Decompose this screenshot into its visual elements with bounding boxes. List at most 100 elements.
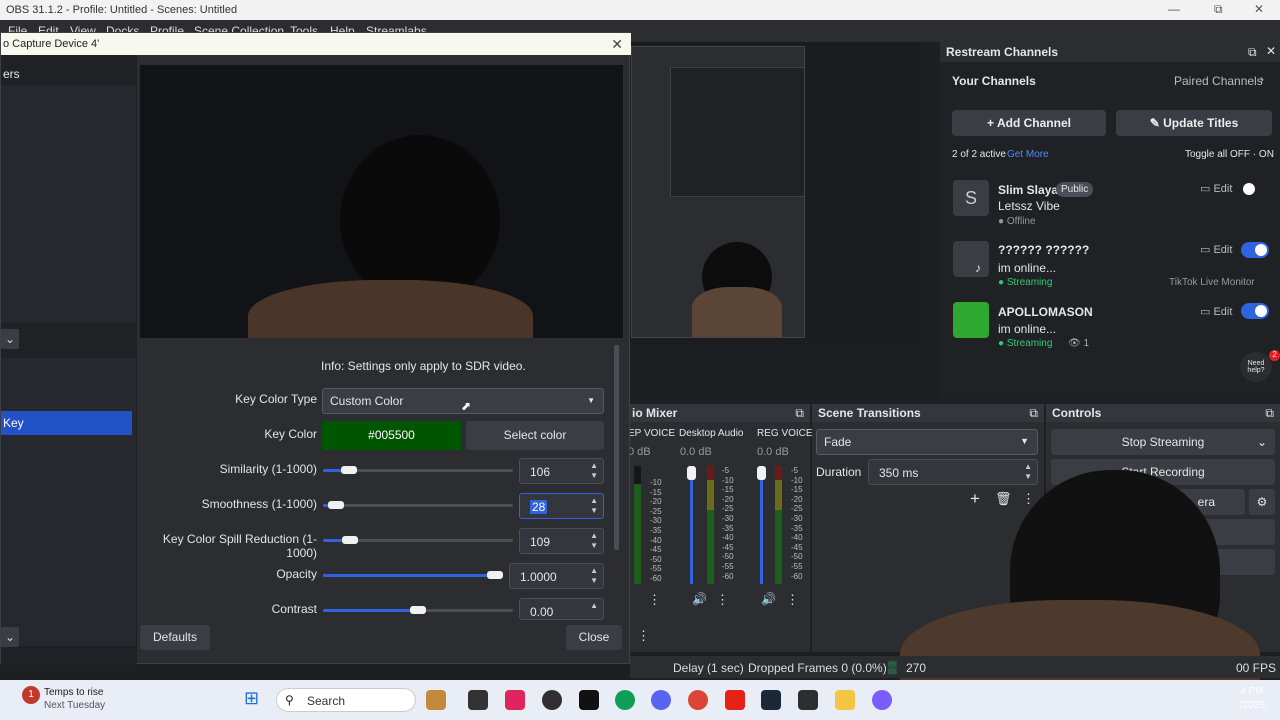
channel-toggle[interactable] xyxy=(1241,242,1269,258)
capcut-app-icon[interactable] xyxy=(579,690,599,710)
db-tick: -40 xyxy=(791,533,803,543)
smoothness-spinbox[interactable]: 28 ▲ ▼ xyxy=(519,493,604,519)
audio-filters-list[interactable] xyxy=(1,85,136,323)
file-explorer-icon[interactable] xyxy=(468,690,488,710)
opacity-slider-thumb[interactable] xyxy=(487,571,503,579)
channel-toggle[interactable] xyxy=(1241,303,1269,319)
speaker-icon[interactable]: 🔊 xyxy=(692,592,707,606)
spin-up-icon[interactable]: ▲ xyxy=(590,601,598,610)
smoothness-value[interactable]: 28 xyxy=(530,500,548,514)
undock-icon[interactable]: ⧉ xyxy=(795,406,804,421)
speaker-icon[interactable]: 🔊 xyxy=(761,592,776,606)
similarity-spinbox[interactable]: 106 ▲ ▼ xyxy=(519,458,604,484)
spill-reduction-slider-thumb[interactable] xyxy=(342,536,358,544)
obs-app-icon[interactable] xyxy=(542,690,562,710)
spin-up-icon[interactable]: ▲ xyxy=(1024,462,1032,471)
contrast-spinbox[interactable]: 0.00 ▲ xyxy=(519,598,604,620)
restream-title: Restream Channels xyxy=(946,45,1059,59)
db-tick: -35 xyxy=(791,523,803,533)
add-channel-button[interactable]: + Add Channel xyxy=(952,110,1106,136)
db-tick: -30 xyxy=(650,516,662,526)
spin-up-icon[interactable]: ▲ xyxy=(590,531,598,540)
spin-down-icon[interactable]: ▼ xyxy=(590,541,598,550)
cookie-app-icon[interactable] xyxy=(426,690,446,710)
chevron-right-icon[interactable]: › xyxy=(1260,72,1264,86)
edit-link[interactable]: ▭ Edit xyxy=(1200,182,1232,195)
opacity-spinbox[interactable]: 1.0000 ▲ ▼ xyxy=(509,563,604,589)
chevron-down-icon[interactable]: ⌄ xyxy=(1257,429,1267,455)
edit-link[interactable]: ▭ Edit xyxy=(1200,243,1232,256)
volume-fader[interactable] xyxy=(687,466,696,584)
select-color-button[interactable]: Select color xyxy=(466,421,604,450)
tiktok-monitor-link[interactable]: TikTok Live Monitor xyxy=(1169,277,1255,288)
kebab-menu-icon[interactable]: ⋮ xyxy=(648,592,661,608)
volume-fader-thumb[interactable] xyxy=(687,466,696,480)
get-more-link[interactable]: Get More xyxy=(1007,149,1049,160)
close-window-icon[interactable]: ✕ xyxy=(1254,2,1264,16)
copilot-icon[interactable] xyxy=(872,690,892,710)
properties-scrollbar[interactable] xyxy=(614,345,619,550)
clock-date[interactable]: /2026 xyxy=(1240,700,1265,711)
filter-item-key[interactable]: Key xyxy=(1,411,132,435)
smoothness-slider[interactable] xyxy=(323,504,513,507)
pencil-icon: ✎ xyxy=(1149,116,1164,130)
spin-down-icon[interactable]: ▼ xyxy=(590,576,598,585)
windows-start-icon[interactable]: ⊞ xyxy=(244,688,259,709)
edge-icon[interactable] xyxy=(615,690,635,710)
need-help-button[interactable]: Need help? xyxy=(1240,352,1272,382)
spin-up-icon[interactable]: ▲ xyxy=(590,566,598,575)
channel-toggle[interactable] xyxy=(1241,181,1269,197)
weather-line2[interactable]: Next Tuesday xyxy=(44,700,105,711)
undock-icon[interactable]: ⧉ xyxy=(1265,406,1274,421)
contrast-slider-thumb[interactable] xyxy=(410,606,426,614)
close-button[interactable]: Close xyxy=(566,625,622,650)
taskbar-search[interactable]: ⚲ Search xyxy=(276,688,416,712)
spin-up-icon[interactable]: ▲ xyxy=(590,496,598,505)
steam-icon[interactable] xyxy=(761,690,781,710)
minimize-icon[interactable]: — xyxy=(1168,2,1180,16)
toggle-all[interactable]: Toggle all OFF · ON xyxy=(1185,149,1274,160)
maximize-icon[interactable]: ⧉ xyxy=(1214,2,1223,17)
volume-fader-thumb[interactable] xyxy=(757,466,766,480)
folder-icon[interactable] xyxy=(835,690,855,710)
app-icon[interactable] xyxy=(798,690,818,710)
close-icon[interactable]: ✕ xyxy=(611,36,623,53)
spin-down-icon[interactable]: ▼ xyxy=(590,471,598,480)
kebab-menu-icon[interactable]: ⋮ xyxy=(716,592,729,608)
weather-line1[interactable]: Temps to rise xyxy=(44,687,103,698)
chevron-down-icon[interactable]: ⌄ xyxy=(1,329,19,349)
add-transition-icon[interactable]: + xyxy=(970,489,980,509)
kebab-menu-icon[interactable]: ⋮ xyxy=(637,628,650,644)
defaults-button[interactable]: Defaults xyxy=(140,625,210,650)
close-panel-icon[interactable]: ✕ xyxy=(1266,44,1276,58)
db-tick: -15 xyxy=(650,487,662,497)
undock-icon[interactable]: ⧉ xyxy=(1029,406,1038,421)
youtube-icon[interactable] xyxy=(725,690,745,710)
trash-icon[interactable]: 🗑 xyxy=(995,491,1012,507)
gear-icon[interactable]: ⚙ xyxy=(1249,489,1275,515)
spill-reduction-spinbox[interactable]: 109 ▲ ▼ xyxy=(519,528,604,554)
duration-spinbox[interactable]: 350 ms ▲ ▼ xyxy=(868,459,1038,485)
mixer-db: 0.0 dB xyxy=(757,446,789,458)
stop-streaming-button[interactable]: Stop Streaming ⌄ xyxy=(1051,429,1275,455)
chevron-down-icon[interactable]: ⌄ xyxy=(1,627,19,647)
edit-link[interactable]: ▭ Edit xyxy=(1200,305,1232,318)
weather-alert-icon[interactable]: 1 xyxy=(22,686,40,704)
transition-select[interactable]: Fade ▼ xyxy=(816,429,1038,455)
effect-filters-list[interactable] xyxy=(1,358,136,646)
tiktok-app-icon[interactable] xyxy=(505,690,525,710)
chrome-icon[interactable] xyxy=(688,690,708,710)
update-titles-button[interactable]: ✎ Update Titles xyxy=(1116,110,1272,136)
kebab-menu-icon[interactable]: ⋮ xyxy=(786,592,799,608)
smoothness-slider-thumb[interactable] xyxy=(328,501,344,509)
db-tick: -20 xyxy=(722,494,734,504)
clock-time[interactable]: 4 PM xyxy=(1240,686,1263,697)
spin-up-icon[interactable]: ▲ xyxy=(590,461,598,470)
paired-channels-link[interactable]: Paired Channels xyxy=(1174,74,1263,88)
undock-icon[interactable]: ⧉ xyxy=(1248,45,1257,60)
volume-fader[interactable] xyxy=(757,466,766,584)
spin-down-icon[interactable]: ▼ xyxy=(1024,472,1032,481)
similarity-slider-thumb[interactable] xyxy=(341,466,357,474)
spin-down-icon[interactable]: ▼ xyxy=(590,506,598,515)
discord-icon[interactable] xyxy=(651,690,671,710)
